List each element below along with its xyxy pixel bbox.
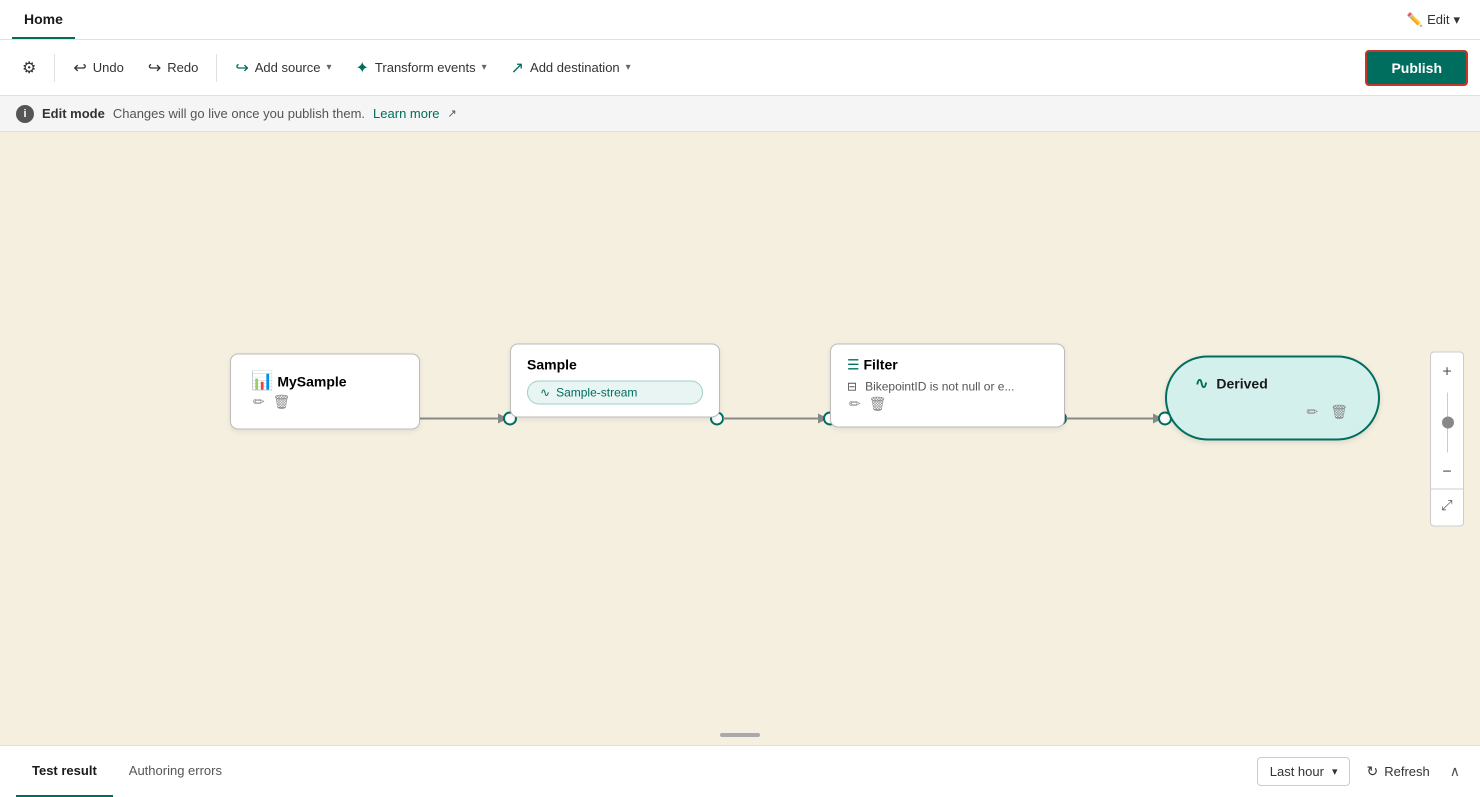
stream-badge: ∿ Sample-stream bbox=[527, 380, 703, 404]
source-node-header: 📊 MySample bbox=[251, 370, 399, 391]
title-bar: Home ✏️ Edit ▾ bbox=[0, 0, 1480, 40]
filter-edit-button[interactable]: ✏ bbox=[847, 393, 863, 414]
filter-node-actions: ✏ 🗑 bbox=[847, 393, 1048, 414]
canvas: 📊 MySample ✏ 🗑 Sample ∿ Sample-stream bbox=[0, 132, 1480, 745]
sample-node-header: Sample bbox=[527, 356, 703, 372]
add-destination-icon: ↗ bbox=[511, 58, 524, 78]
derived-node-actions: ✏ 🗑 bbox=[1195, 401, 1350, 422]
filter-icon: ☰ bbox=[847, 356, 860, 372]
time-select[interactable]: Last hour ▾ bbox=[1257, 757, 1351, 786]
derived-edit-button[interactable]: ✏ bbox=[1304, 401, 1320, 422]
sample-node: Sample ∿ Sample-stream bbox=[510, 343, 720, 417]
filter-node-header: ☰ Filter bbox=[847, 356, 1048, 373]
edit-button[interactable]: ✏️ Edit ▾ bbox=[1399, 0, 1468, 39]
time-select-chevron-icon: ▾ bbox=[1332, 765, 1338, 778]
zoom-controls: + − ⤢ bbox=[1430, 351, 1464, 526]
zoom-slider-track bbox=[1447, 392, 1448, 452]
info-message: Changes will go live once you publish th… bbox=[113, 106, 365, 121]
toolbar-separator-2 bbox=[216, 54, 217, 82]
scroll-indicator bbox=[720, 733, 760, 737]
redo-icon: ↪ bbox=[148, 58, 161, 78]
derived-icon: ∿ bbox=[1195, 373, 1208, 393]
redo-button[interactable]: ↪ Redo bbox=[138, 52, 208, 84]
transform-chevron-icon: ▾ bbox=[482, 62, 487, 73]
derived-node-header: ∿ Derived bbox=[1195, 373, 1350, 393]
filter-condition-icon: ⊟ bbox=[847, 379, 857, 393]
bottom-tabs: Test result Authoring errors bbox=[16, 746, 238, 797]
add-destination-button[interactable]: ↗ Add destination ▾ bbox=[501, 52, 641, 84]
source-icon: 📊 bbox=[251, 370, 273, 390]
tab-test-result[interactable]: Test result bbox=[16, 746, 113, 797]
zoom-out-button[interactable]: − bbox=[1431, 456, 1463, 488]
bottom-right-controls: Last hour ▾ ↻ Refresh ∧ bbox=[1257, 757, 1464, 786]
source-node-actions: ✏ 🗑 bbox=[251, 391, 399, 412]
undo-icon: ↩ bbox=[73, 58, 86, 78]
transform-events-button[interactable]: ✦ Transform events ▾ bbox=[346, 52, 497, 84]
filter-delete-button[interactable]: 🗑 bbox=[867, 393, 889, 414]
edit-chevron-icon: ▾ bbox=[1453, 12, 1460, 28]
flow-diagram: 📊 MySample ✏ 🗑 Sample ∿ Sample-stream bbox=[190, 333, 1290, 536]
toolbar: ⚙ ↩ Undo ↪ Redo ↪ Add source ▾ ✦ Transfo… bbox=[0, 40, 1480, 96]
external-link-icon: ↗ bbox=[448, 107, 457, 120]
filter-condition: ⊟ BikepointID is not null or e... bbox=[847, 379, 1048, 393]
settings-button[interactable]: ⚙ bbox=[12, 52, 46, 84]
add-source-chevron-icon: ▾ bbox=[326, 62, 331, 73]
edit-icon: ✏️ bbox=[1407, 12, 1423, 28]
publish-button[interactable]: Publish bbox=[1365, 50, 1468, 86]
zoom-fit-button[interactable]: ⤢ bbox=[1431, 489, 1463, 521]
source-delete-button[interactable]: 🗑 bbox=[271, 391, 293, 412]
add-source-icon: ↪ bbox=[235, 58, 248, 78]
refresh-icon: ↻ bbox=[1366, 763, 1378, 780]
derived-delete-button[interactable]: 🗑 bbox=[1328, 401, 1350, 422]
derived-node: ∿ Derived ✏ 🗑 bbox=[1165, 355, 1380, 440]
info-icon: i bbox=[16, 105, 34, 123]
stream-icon: ∿ bbox=[540, 385, 550, 399]
refresh-button[interactable]: ↻ Refresh bbox=[1358, 757, 1437, 786]
add-source-button[interactable]: ↪ Add source ▾ bbox=[225, 52, 341, 84]
zoom-in-button[interactable]: + bbox=[1431, 356, 1463, 388]
bottom-bar: Test result Authoring errors Last hour ▾… bbox=[0, 745, 1480, 797]
edit-mode-label: Edit mode bbox=[42, 106, 105, 121]
filter-node: ☰ Filter ⊟ BikepointID is not null or e.… bbox=[830, 343, 1065, 427]
home-tab[interactable]: Home bbox=[12, 0, 75, 39]
tab-authoring-errors[interactable]: Authoring errors bbox=[113, 746, 238, 797]
undo-button[interactable]: ↩ Undo bbox=[63, 52, 133, 84]
source-edit-button[interactable]: ✏ bbox=[251, 391, 267, 412]
collapse-button[interactable]: ∧ bbox=[1446, 759, 1464, 784]
transform-icon: ✦ bbox=[356, 58, 369, 78]
zoom-slider-handle[interactable] bbox=[1442, 416, 1454, 428]
add-destination-chevron-icon: ▾ bbox=[626, 62, 631, 73]
toolbar-separator-1 bbox=[54, 54, 55, 82]
settings-icon: ⚙ bbox=[22, 58, 36, 78]
info-bar: i Edit mode Changes will go live once yo… bbox=[0, 96, 1480, 132]
source-node: 📊 MySample ✏ 🗑 bbox=[230, 353, 420, 429]
learn-more-link[interactable]: Learn more bbox=[373, 106, 439, 121]
